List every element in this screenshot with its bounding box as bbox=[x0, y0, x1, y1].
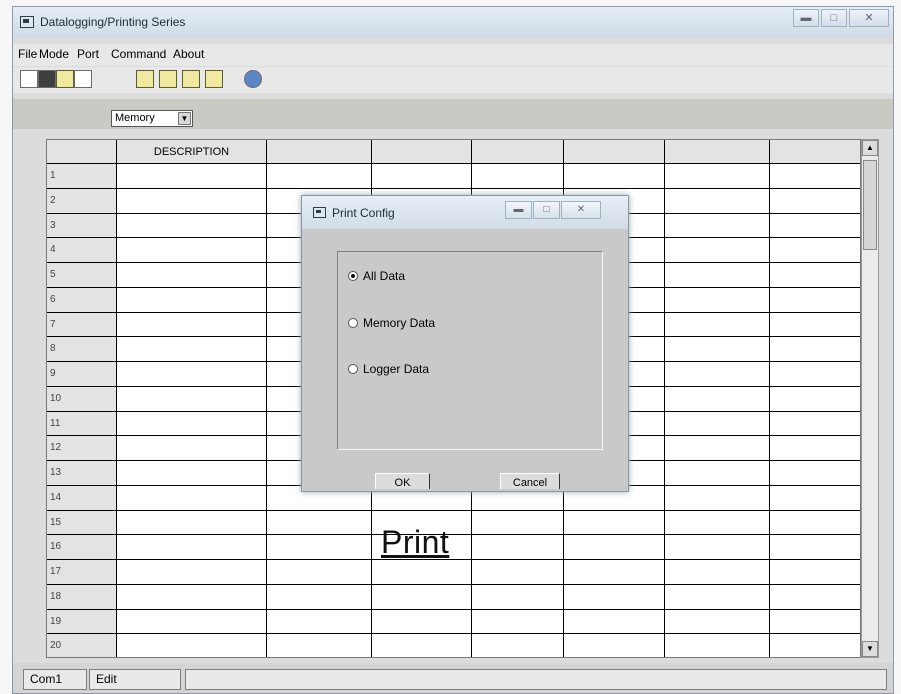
dialog-minimize-button[interactable]: ▬ bbox=[505, 201, 532, 219]
grid-row-line bbox=[117, 559, 860, 560]
ok-button[interactable]: OK bbox=[375, 473, 430, 489]
row-header[interactable]: 1 bbox=[47, 164, 117, 189]
status-panel bbox=[185, 669, 887, 690]
title-bar[interactable]: Datalogging/Printing Series ▬ □ ✕ bbox=[13, 7, 893, 37]
radio-memory-data[interactable]: Memory Data bbox=[348, 316, 488, 332]
grid-corner-header bbox=[47, 140, 117, 164]
row-header[interactable]: 7 bbox=[47, 312, 117, 338]
menu-mode[interactable]: Mode bbox=[39, 47, 69, 61]
row-header[interactable]: 15 bbox=[47, 510, 117, 536]
column-header[interactable] bbox=[564, 140, 665, 164]
status-bar: Com1 Edit bbox=[13, 663, 893, 693]
column-header[interactable] bbox=[665, 140, 770, 164]
menu-about[interactable]: About bbox=[173, 47, 204, 61]
row-header[interactable]: 6 bbox=[47, 287, 117, 313]
dialog-title-bar[interactable]: Print Config ▬ □ ✕ bbox=[302, 196, 628, 229]
toolbar bbox=[13, 67, 893, 93]
grid-column-line bbox=[769, 164, 770, 657]
scroll-thumb[interactable] bbox=[863, 160, 877, 250]
memory-icon[interactable] bbox=[205, 70, 223, 88]
radio-label: All Data bbox=[363, 269, 406, 283]
open-folder-icon[interactable] bbox=[56, 70, 74, 88]
column-header[interactable] bbox=[267, 140, 372, 164]
row-header[interactable]: 20 bbox=[47, 634, 117, 657]
row-header[interactable]: 18 bbox=[47, 584, 117, 610]
maximize-button[interactable]: □ bbox=[821, 9, 847, 27]
grid-row-line bbox=[117, 509, 860, 511]
new-file-icon[interactable] bbox=[20, 70, 38, 88]
scroll-up-icon[interactable]: ▲ bbox=[862, 140, 878, 156]
save-icon[interactable] bbox=[38, 70, 56, 88]
chevron-down-icon[interactable]: ▼ bbox=[178, 112, 191, 125]
row-header[interactable]: 4 bbox=[47, 238, 117, 263]
vertical-scrollbar[interactable]: ▲ ▼ bbox=[861, 139, 879, 658]
row-header[interactable]: 17 bbox=[47, 560, 117, 585]
grid-column-line bbox=[266, 164, 267, 657]
dialog-close-button[interactable]: ✕ bbox=[561, 201, 601, 219]
cancel-button[interactable]: Cancel bbox=[500, 473, 560, 489]
row-header[interactable]: 12 bbox=[47, 436, 117, 461]
radio-unselected-icon[interactable] bbox=[348, 364, 358, 374]
row-header[interactable]: 3 bbox=[47, 213, 117, 239]
radio-logger-data[interactable]: Logger Data bbox=[348, 362, 488, 378]
menu-file[interactable]: File bbox=[18, 47, 37, 61]
row-header[interactable]: 10 bbox=[47, 386, 117, 412]
column-header[interactable]: DESCRIPTION bbox=[117, 140, 267, 164]
app-icon bbox=[20, 16, 34, 28]
help-icon[interactable] bbox=[244, 70, 262, 88]
row-header[interactable]: 19 bbox=[47, 609, 117, 635]
mode-select-value: Memory bbox=[115, 112, 155, 124]
radio-selected-icon[interactable] bbox=[348, 271, 358, 281]
row-header[interactable]: 9 bbox=[47, 362, 117, 387]
dialog-maximize-button[interactable]: □ bbox=[533, 201, 560, 219]
radio-unselected-icon[interactable] bbox=[348, 318, 358, 328]
menu-command[interactable]: Command bbox=[111, 47, 166, 61]
grid-row-line bbox=[117, 608, 860, 610]
grid-row-line bbox=[117, 583, 860, 585]
radio-label: Logger Data bbox=[363, 362, 430, 376]
grid-row-line bbox=[117, 187, 860, 189]
dialog-app-icon bbox=[313, 207, 326, 218]
scroll-down-icon[interactable]: ▼ bbox=[862, 641, 878, 657]
radio-label: Memory Data bbox=[363, 316, 436, 330]
row-header[interactable]: 16 bbox=[47, 535, 117, 560]
menu-bar: File Mode Port Command About bbox=[13, 44, 893, 66]
export-icon[interactable] bbox=[136, 70, 154, 88]
minimize-button[interactable]: ▬ bbox=[793, 9, 819, 27]
mode-select[interactable]: Memory ▼ bbox=[111, 110, 193, 127]
print-icon[interactable] bbox=[74, 70, 92, 88]
row-header[interactable]: 13 bbox=[47, 461, 117, 486]
dialog-title: Print Config bbox=[332, 206, 395, 220]
row-header[interactable]: 5 bbox=[47, 263, 117, 288]
column-header[interactable] bbox=[472, 140, 564, 164]
merge-icon[interactable] bbox=[182, 70, 200, 88]
import-icon[interactable] bbox=[159, 70, 177, 88]
row-header[interactable]: 14 bbox=[47, 485, 117, 511]
grid-column-line bbox=[664, 164, 665, 657]
tab-edit[interactable]: Edit bbox=[89, 669, 181, 690]
radio-all-data[interactable]: All Data bbox=[348, 269, 488, 285]
grid-row-line bbox=[117, 633, 860, 635]
close-button[interactable]: ✕ bbox=[849, 9, 889, 27]
tab-com1[interactable]: Com1 bbox=[23, 669, 87, 690]
print-config-dialog: Print Config ▬ □ ✕ All Data Memory Data … bbox=[301, 195, 629, 492]
row-header[interactable]: 11 bbox=[47, 411, 117, 437]
row-header[interactable]: 8 bbox=[47, 337, 117, 362]
window-title: Datalogging/Printing Series bbox=[40, 15, 186, 29]
menu-port[interactable]: Port bbox=[77, 47, 99, 61]
row-header[interactable]: 2 bbox=[47, 188, 117, 214]
column-header[interactable] bbox=[372, 140, 472, 164]
column-header[interactable] bbox=[770, 140, 860, 164]
grid-row-line bbox=[117, 534, 860, 536]
print-label: Print bbox=[381, 524, 450, 560]
